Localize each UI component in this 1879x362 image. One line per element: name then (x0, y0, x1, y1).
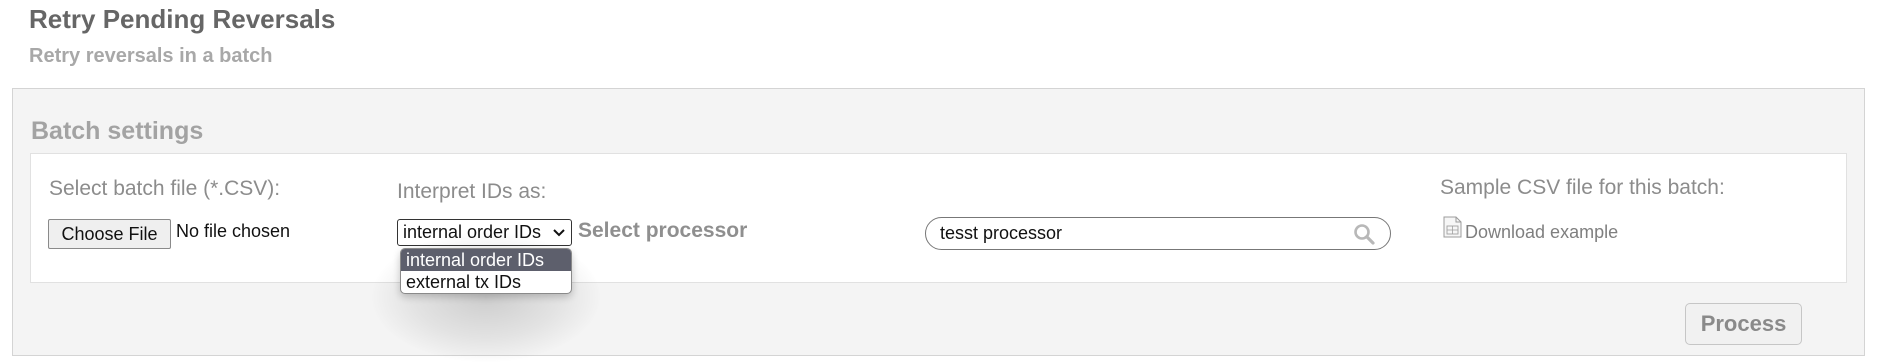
page-subtitle: Retry reversals in a batch (29, 45, 273, 67)
dropdown-option-external-tx-ids[interactable]: external tx IDs (401, 271, 571, 293)
dropdown-option-internal-order-ids[interactable]: internal order IDs (401, 249, 571, 271)
interpret-ids-label: Interpret IDs as: (397, 180, 547, 203)
select-processor-label: Select processor (578, 219, 748, 242)
batch-file-label: Select batch file (*.CSV): (49, 177, 281, 200)
interpret-ids-dropdown: internal order IDs external tx IDs (400, 248, 572, 294)
sample-csv-label: Sample CSV file for this batch: (1440, 176, 1725, 199)
csv-file-icon (1443, 216, 1462, 238)
file-status: No file chosen (176, 221, 291, 241)
process-button[interactable]: Process (1685, 303, 1802, 345)
choose-file-button[interactable]: Choose File (48, 219, 171, 249)
search-icon[interactable] (1352, 222, 1376, 246)
processor-search (925, 217, 1391, 250)
page-title: Retry Pending Reversals (29, 4, 336, 34)
batch-settings-title: Batch settings (31, 117, 204, 145)
download-example-link[interactable]: Download example (1465, 222, 1618, 243)
chevron-down-icon (553, 229, 565, 237)
processor-search-input[interactable] (940, 222, 1340, 244)
